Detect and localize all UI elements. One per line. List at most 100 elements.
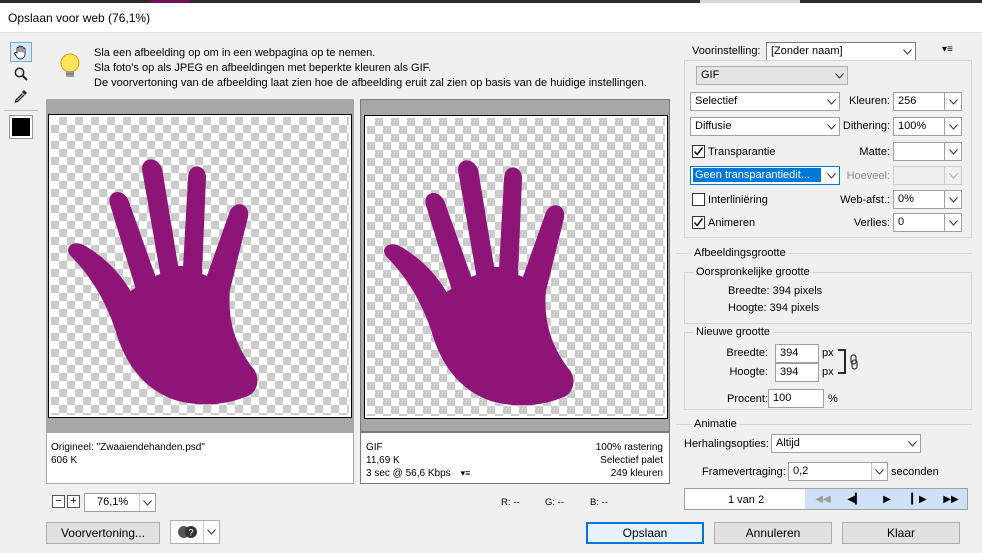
zoom-level-field[interactable]: 76,1% [84, 493, 156, 512]
colors-label: Kleuren: [849, 95, 890, 107]
zoom-out-button[interactable]: − [52, 495, 65, 508]
animate-checkbox[interactable] [692, 216, 705, 229]
new-height-input[interactable]: 394 [775, 363, 819, 382]
preset-label: Voorinstelling: [692, 45, 761, 57]
last-frame-button[interactable]: ▶▶ [936, 491, 966, 507]
dither-algorithm-select[interactable]: Diffusie [690, 117, 840, 136]
dither-algorithm-value: Diffusie [695, 120, 732, 132]
amount-input[interactable] [893, 166, 945, 185]
new-width-input[interactable]: 394 [775, 344, 819, 363]
optimized-caption: GIF 11,69 K 3 sec @ 56,6 Kbps ▾≡ 100% ra… [360, 432, 670, 484]
lossy-input[interactable]: 0 [893, 213, 945, 232]
next-frame-button[interactable]: ▎▶ [904, 491, 934, 507]
info-line-1: Sla een afbeelding op om in een webpagin… [94, 47, 376, 59]
reduction-select[interactable]: Selectief [690, 92, 840, 111]
transparency-checkbox[interactable] [692, 145, 705, 158]
original-filename: Origineel: "Zwaaiendehanden.psd" [51, 442, 205, 453]
constrain-proportions-link-icon[interactable] [836, 349, 862, 375]
speed-menu-icon[interactable]: ▾≡ [461, 467, 471, 480]
lightbulb-icon [60, 53, 80, 77]
format-select[interactable]: GIF [696, 66, 848, 85]
colors-input[interactable]: 256 [893, 92, 945, 111]
dithering-input[interactable]: 100% [893, 117, 945, 136]
save-button[interactable]: Opslaan [586, 522, 704, 544]
chevron-down-icon[interactable] [823, 118, 839, 135]
transparency-dither-value: Geen transparantiedit... [693, 168, 821, 182]
original-height: Hoogte: 394 pixels [728, 302, 820, 314]
browser-preview-button[interactable]: ? [170, 520, 220, 544]
frame-delay-unit: seconden [891, 466, 939, 478]
frame-delay-select[interactable]: 0,2 [788, 462, 888, 481]
transparency-label: Transparantie [708, 146, 776, 158]
matte-label: Matte: [859, 146, 890, 158]
original-image-frame [48, 114, 352, 418]
preview-button[interactable]: Voorvertoning... [46, 522, 160, 544]
amount-label: Hoeveel: [846, 170, 890, 182]
palette-info: Selectief palet [600, 455, 663, 466]
optimized-preview-pane[interactable] [360, 99, 670, 432]
chevron-down-icon[interactable] [831, 67, 847, 84]
chevron-down-icon[interactable] [899, 43, 915, 60]
chevron-down-icon[interactable] [823, 167, 839, 184]
eyedropper-tool[interactable] [10, 86, 32, 106]
next-frame-icon: ▎▶ [911, 493, 927, 505]
play-button[interactable]: ▶ [872, 491, 902, 507]
cancel-button[interactable]: Annuleren [714, 522, 832, 544]
matte-input[interactable] [893, 142, 945, 161]
loop-select[interactable]: Altijd [771, 434, 921, 453]
previous-frame-icon: ◀▎ [847, 493, 863, 505]
new-height-unit: px [822, 366, 834, 378]
zoom-in-button[interactable]: + [67, 495, 80, 508]
chevron-down-icon[interactable] [203, 521, 219, 543]
matte-dropdown[interactable] [944, 142, 962, 161]
chevron-down-icon[interactable] [904, 435, 920, 452]
chevron-down-icon [948, 148, 958, 155]
previous-frame-button[interactable]: ◀▎ [840, 491, 870, 507]
checkmark-icon [693, 147, 704, 156]
websnap-dropdown[interactable] [944, 190, 962, 209]
original-size-title: Oorspronkelijke grootte [694, 266, 812, 278]
dithering-dropdown[interactable] [944, 117, 962, 136]
tool-divider [4, 110, 38, 111]
original-preview-pane[interactable] [46, 99, 354, 432]
chevron-down-icon [948, 123, 958, 130]
transparency-dither-select[interactable]: Geen transparantiedit... [690, 166, 840, 185]
eyedropper-tool-icon [14, 90, 27, 103]
original-caption: Origineel: "Zwaaiendehanden.psd" 606 K [46, 432, 354, 484]
info-bar: Sla een afbeelding op om in een webpagin… [46, 40, 670, 94]
download-time: 3 sec @ 56,6 Kbps [366, 468, 451, 479]
lossy-label: Verlies: [853, 217, 890, 229]
readout-r: R: -- [501, 497, 520, 508]
amount-dropdown[interactable] [944, 166, 962, 185]
checkmark-icon [693, 218, 704, 227]
format-value: GIF [701, 69, 720, 81]
original-width: Breedte: 394 pixels [728, 285, 823, 297]
percent-input[interactable]: 100 [768, 389, 824, 408]
colors-dropdown[interactable] [944, 92, 962, 111]
image-size-title: Afbeeldingsgrootte [692, 247, 788, 259]
colors-info: 249 kleuren [610, 468, 663, 479]
color-swatch[interactable] [9, 115, 33, 139]
hand-tool[interactable] [10, 42, 32, 62]
chevron-down-icon[interactable] [823, 93, 839, 110]
chevron-down-icon[interactable] [871, 463, 887, 480]
optimized-format: GIF [366, 442, 383, 453]
websnap-input[interactable]: 0% [893, 190, 945, 209]
original-hand-image [68, 159, 258, 405]
preset-select[interactable]: [Zonder naam] [766, 42, 916, 61]
optimized-image-frame [364, 115, 668, 419]
websnap-label: Web-afst.: [840, 194, 890, 206]
new-width-unit: px [822, 347, 834, 359]
original-size-group [684, 272, 972, 324]
done-button[interactable]: Klaar [842, 522, 960, 544]
first-frame-button[interactable]: ◀◀ [808, 491, 838, 507]
animate-label: Animeren [708, 217, 756, 229]
chevron-down-icon[interactable] [139, 494, 155, 511]
lossy-dropdown[interactable] [944, 213, 962, 232]
new-size-title: Nieuwe grootte [694, 326, 772, 338]
loop-label: Herhalingsopties: [684, 438, 769, 450]
zoom-tool[interactable] [10, 64, 32, 84]
interlaced-checkbox[interactable] [692, 193, 705, 206]
preset-menu-icon[interactable]: ▾≡ [942, 44, 953, 55]
zoom-tool-icon [14, 67, 28, 81]
